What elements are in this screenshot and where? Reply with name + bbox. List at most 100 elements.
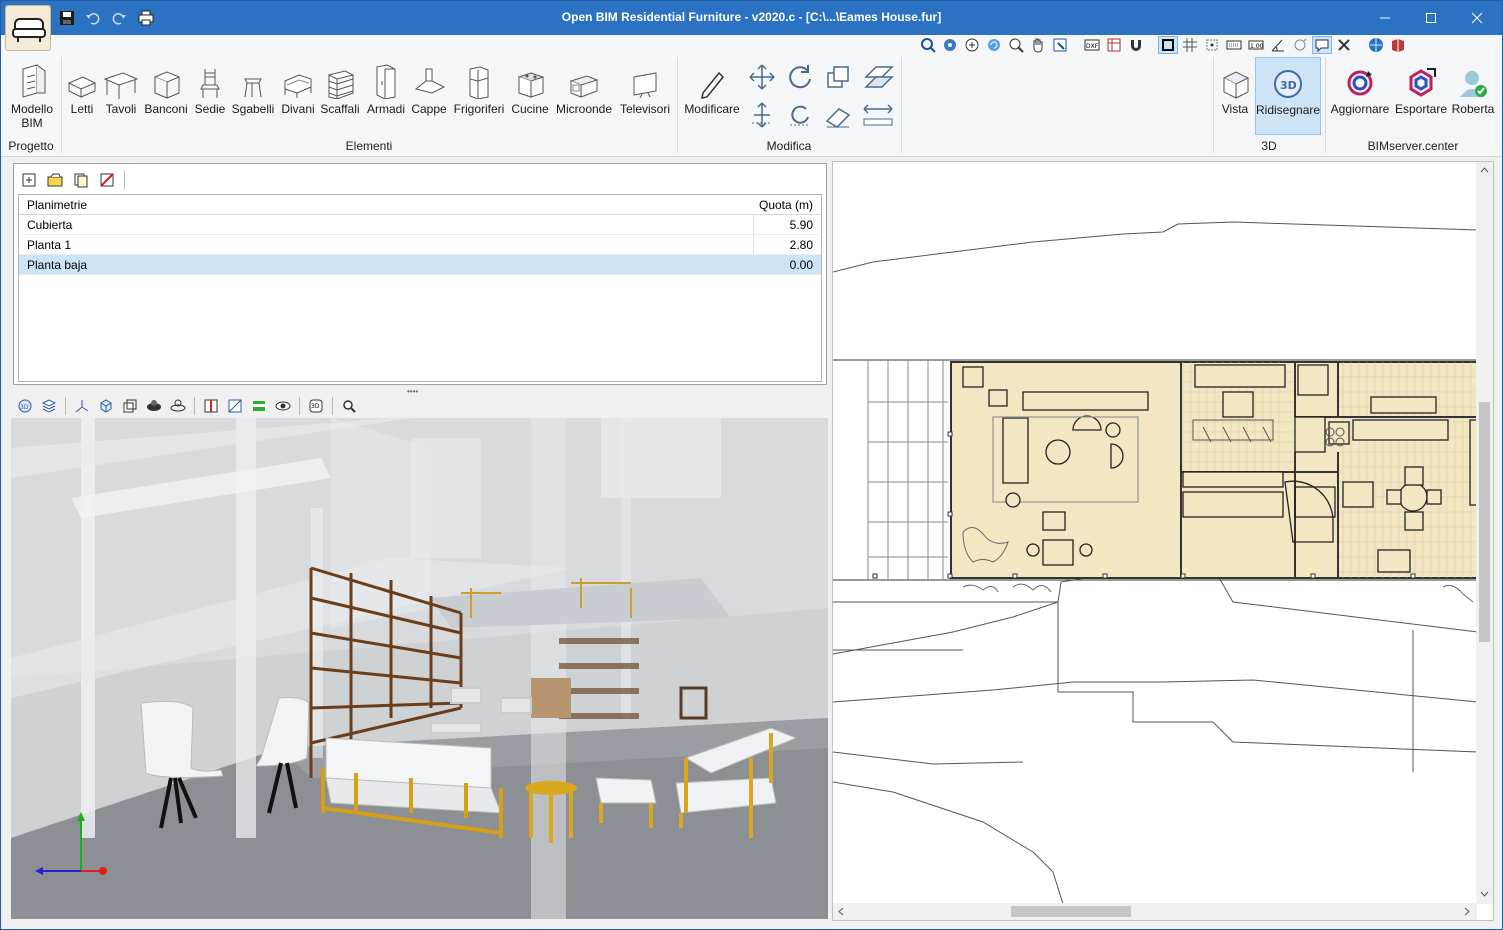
application-window: Open BIM Residential Furniture - v2020.c… (0, 0, 1503, 930)
user-roberta-button[interactable]: Roberta (1451, 59, 1495, 116)
table-row-selected[interactable]: Planta baja 0.00 (19, 255, 821, 275)
modificare-button[interactable]: Modificare (681, 59, 743, 116)
divani-label: Divani (281, 102, 315, 116)
cube-view-icon[interactable] (96, 396, 116, 416)
book-icon[interactable] (1388, 36, 1408, 54)
microonde-button[interactable]: Microonde (553, 59, 615, 116)
2d-plan-view[interactable] (832, 161, 1494, 921)
window-select-icon[interactable] (1050, 36, 1070, 54)
dxf-icon[interactable]: DXF (1082, 36, 1102, 54)
sedie-button[interactable]: Sedie (193, 59, 227, 116)
add-floor-icon[interactable] (18, 169, 40, 191)
mirror-icon[interactable] (861, 61, 895, 93)
title-bar: Open BIM Residential Furniture - v2020.c… (1, 1, 1502, 35)
floor-plans-panel: Planimetrie Quota (m) Cubierta 5.90 Plan… (13, 163, 827, 385)
copy-floor-icon[interactable] (70, 169, 92, 191)
table-row[interactable]: Cubierta 5.90 (19, 215, 821, 235)
zoom-window-icon[interactable] (918, 36, 938, 54)
divani-button[interactable]: Divani (279, 59, 317, 116)
walk-view-icon[interactable] (144, 396, 164, 416)
vista-button[interactable]: Vista (1217, 59, 1253, 116)
layers-view-icon[interactable] (39, 396, 59, 416)
armadi-button[interactable]: Armadi (363, 59, 409, 116)
close-button[interactable] (1454, 1, 1500, 35)
tavoli-label: Tavoli (105, 102, 137, 116)
copy-icon[interactable] (821, 61, 855, 93)
tavoli-button[interactable]: Tavoli (101, 59, 141, 116)
toolbar-separator (332, 397, 333, 415)
move-icon[interactable] (745, 61, 779, 93)
clip-box-icon[interactable] (225, 396, 245, 416)
toolbar-separator (194, 397, 195, 415)
visibility-icon[interactable] (273, 396, 293, 416)
floor-name: Planta baja (27, 258, 88, 272)
magnet-icon[interactable] (1126, 36, 1146, 54)
sgabelli-button[interactable]: Sgabelli (229, 59, 277, 116)
maximize-button[interactable] (1408, 1, 1454, 35)
move-vertical-icon[interactable] (745, 99, 779, 131)
delete-floor-icon[interactable] (96, 169, 118, 191)
horizontal-scrollbar[interactable] (833, 903, 1477, 920)
cucine-button[interactable]: Cucine (509, 59, 551, 116)
zoom-in-icon[interactable] (962, 36, 982, 54)
televisori-button[interactable]: Televisori (617, 59, 673, 116)
rotate-3d-icon[interactable] (783, 99, 817, 131)
3d-view-canvas[interactable] (11, 418, 828, 919)
esportare-label: Esportare (1394, 102, 1448, 116)
esportare-button[interactable]: Esportare (1393, 59, 1449, 116)
keyboard-icon[interactable] (1224, 36, 1244, 54)
orbit-icon[interactable] (1290, 36, 1310, 54)
group-label-bimserver: BIMserver.center (1367, 139, 1459, 153)
armadi-label: Armadi (366, 102, 405, 116)
table-row[interactable]: Planta 1 2.80 (19, 235, 821, 255)
modello-bim-button[interactable]: Modello BIM (5, 59, 59, 130)
rectangle-select-icon[interactable] (1158, 36, 1178, 54)
measure-icon[interactable] (861, 99, 895, 131)
coordinates-icon[interactable]: 1.00 (1246, 36, 1266, 54)
svg-text:1.00: 1.00 (1250, 43, 1264, 50)
sedie-label: Sedie (194, 102, 226, 116)
frigoriferi-button[interactable]: Frigoriferi (451, 59, 507, 116)
zoom-3d-icon[interactable] (339, 396, 359, 416)
header-planimetrie: Planimetrie (27, 198, 88, 212)
app-logo-icon[interactable] (5, 5, 51, 51)
scaffali-button[interactable]: Scaffali (319, 59, 361, 116)
angle-icon[interactable] (1268, 36, 1288, 54)
walkthrough-icon[interactable]: 3D (306, 396, 326, 416)
left-panel: Planimetrie Quota (m) Cubierta 5.90 Plan… (11, 161, 829, 921)
render-mode-icon[interactable] (249, 396, 269, 416)
microonde-label: Microonde (555, 102, 613, 116)
banconi-button[interactable]: Banconi (143, 59, 189, 116)
help-globe-icon[interactable] (1366, 36, 1386, 54)
eraser-icon[interactable] (821, 99, 855, 131)
horizontal-splitter[interactable]: •••• (407, 387, 418, 396)
ridisegnare-label: Ridisegnare (1256, 103, 1321, 117)
snap-point-icon[interactable] (1202, 36, 1222, 54)
pan-hand-icon[interactable] (1028, 36, 1048, 54)
group-separator (901, 57, 902, 153)
aggiornare-button[interactable]: Aggiornare (1329, 59, 1391, 116)
zoom-extents-icon[interactable] (940, 36, 960, 54)
toolbar-separator (299, 397, 300, 415)
floor-name: Planta 1 (27, 238, 72, 252)
section-plane-icon[interactable] (201, 396, 221, 416)
letti-button[interactable]: Letti (65, 59, 99, 116)
layers-icon[interactable] (1104, 36, 1124, 54)
svg-text:3D: 3D (20, 404, 29, 411)
box-view-icon[interactable] (120, 396, 140, 416)
tools-icon[interactable] (1334, 36, 1354, 54)
refresh-icon[interactable] (984, 36, 1004, 54)
view-3d-icon[interactable]: 3D (15, 396, 35, 416)
cappe-button[interactable]: Cappe (409, 59, 449, 116)
ridisegnare-button[interactable]: 3D Ridisegnare (1255, 57, 1321, 135)
comment-icon[interactable] (1312, 36, 1332, 54)
minimize-button[interactable] (1362, 1, 1408, 35)
rotate-icon[interactable] (783, 61, 817, 93)
axes-icon[interactable] (72, 396, 92, 416)
banconi-label: Banconi (144, 102, 188, 116)
edit-floor-icon[interactable] (44, 169, 66, 191)
orbit-view-icon[interactable] (168, 396, 188, 416)
grid-icon[interactable] (1180, 36, 1200, 54)
zoom-previous-icon[interactable] (1006, 36, 1026, 54)
vertical-scrollbar[interactable] (1476, 162, 1493, 904)
